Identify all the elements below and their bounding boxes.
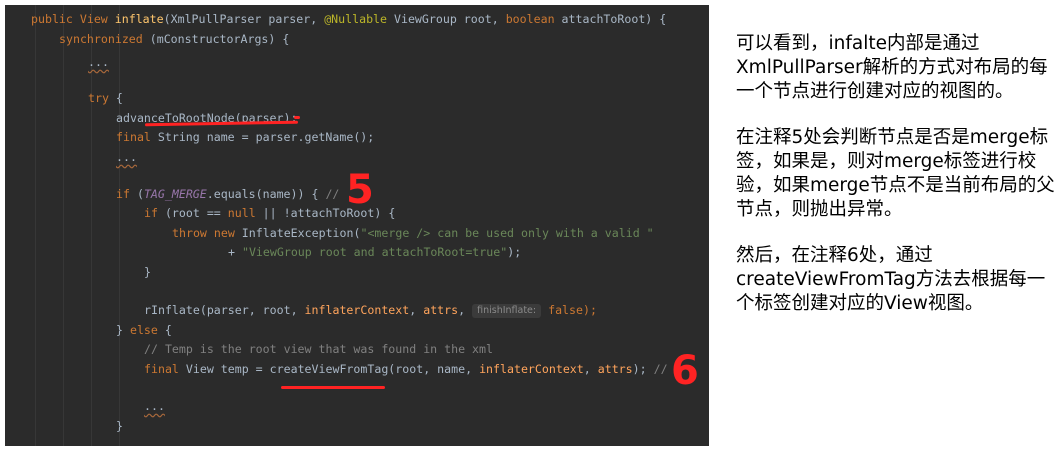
code-line-18: // Temp is the root view that was found … <box>144 342 494 356</box>
code-line-5: try { <box>88 91 123 105</box>
code-line-8: ... <box>5 147 709 167</box>
explanation-panel: 可以看到，infalte内部是通过XmlPullParser解析的方式对布局的每… <box>736 32 1058 338</box>
red-underline-createview <box>281 386 385 389</box>
code-line-21: ... <box>5 396 709 416</box>
code-line-1: public View inflate(XmlPullParser parser… <box>31 12 667 26</box>
code-line-22: } <box>116 419 123 433</box>
code-line-6: advanceToRootNode(parser); <box>116 111 298 125</box>
code-line-3: ... <box>5 52 709 72</box>
note-paragraph: 然后，在注释6处，通过createViewFromTag方法去根据每一个标签创建… <box>736 245 1046 314</box>
code-editor[interactable]: public View inflate(XmlPullParser parser… <box>5 5 709 446</box>
folded-code[interactable]: ... <box>144 399 165 413</box>
note-paragraph: 可以看到，infalte内部是通过XmlPullParser解析的方式对布局的每… <box>736 33 1048 102</box>
code-line-7: final String name = parser.getName(); <box>116 130 375 144</box>
parameter-hint: finishInflate: <box>472 304 542 318</box>
code-line-19: final View temp = createViewFromTag(root… <box>144 362 668 376</box>
code-line-2: synchronized (mConstructorArgs) { <box>59 32 290 46</box>
red-underline-tick <box>294 116 300 119</box>
code-line-16: rInflate(parser, root, inflaterContext, … <box>144 303 597 318</box>
code-line-14: } <box>144 265 151 279</box>
annotation-number-6: 6 <box>671 348 699 394</box>
folded-code[interactable]: ... <box>88 55 109 69</box>
folded-code[interactable]: ... <box>116 150 137 164</box>
code-line-13: + "ViewGroup root and attachToRoot=true"… <box>228 245 522 259</box>
annotation-number-5: 5 <box>346 167 374 213</box>
code-line-12: throw new InflateException("<merge /> ca… <box>172 226 654 240</box>
note-paragraph: 在注释5处会判断节点是否是merge标签，如果是，则对merge标签进行校验，如… <box>736 127 1055 220</box>
code-line-17: } else { <box>116 323 172 337</box>
